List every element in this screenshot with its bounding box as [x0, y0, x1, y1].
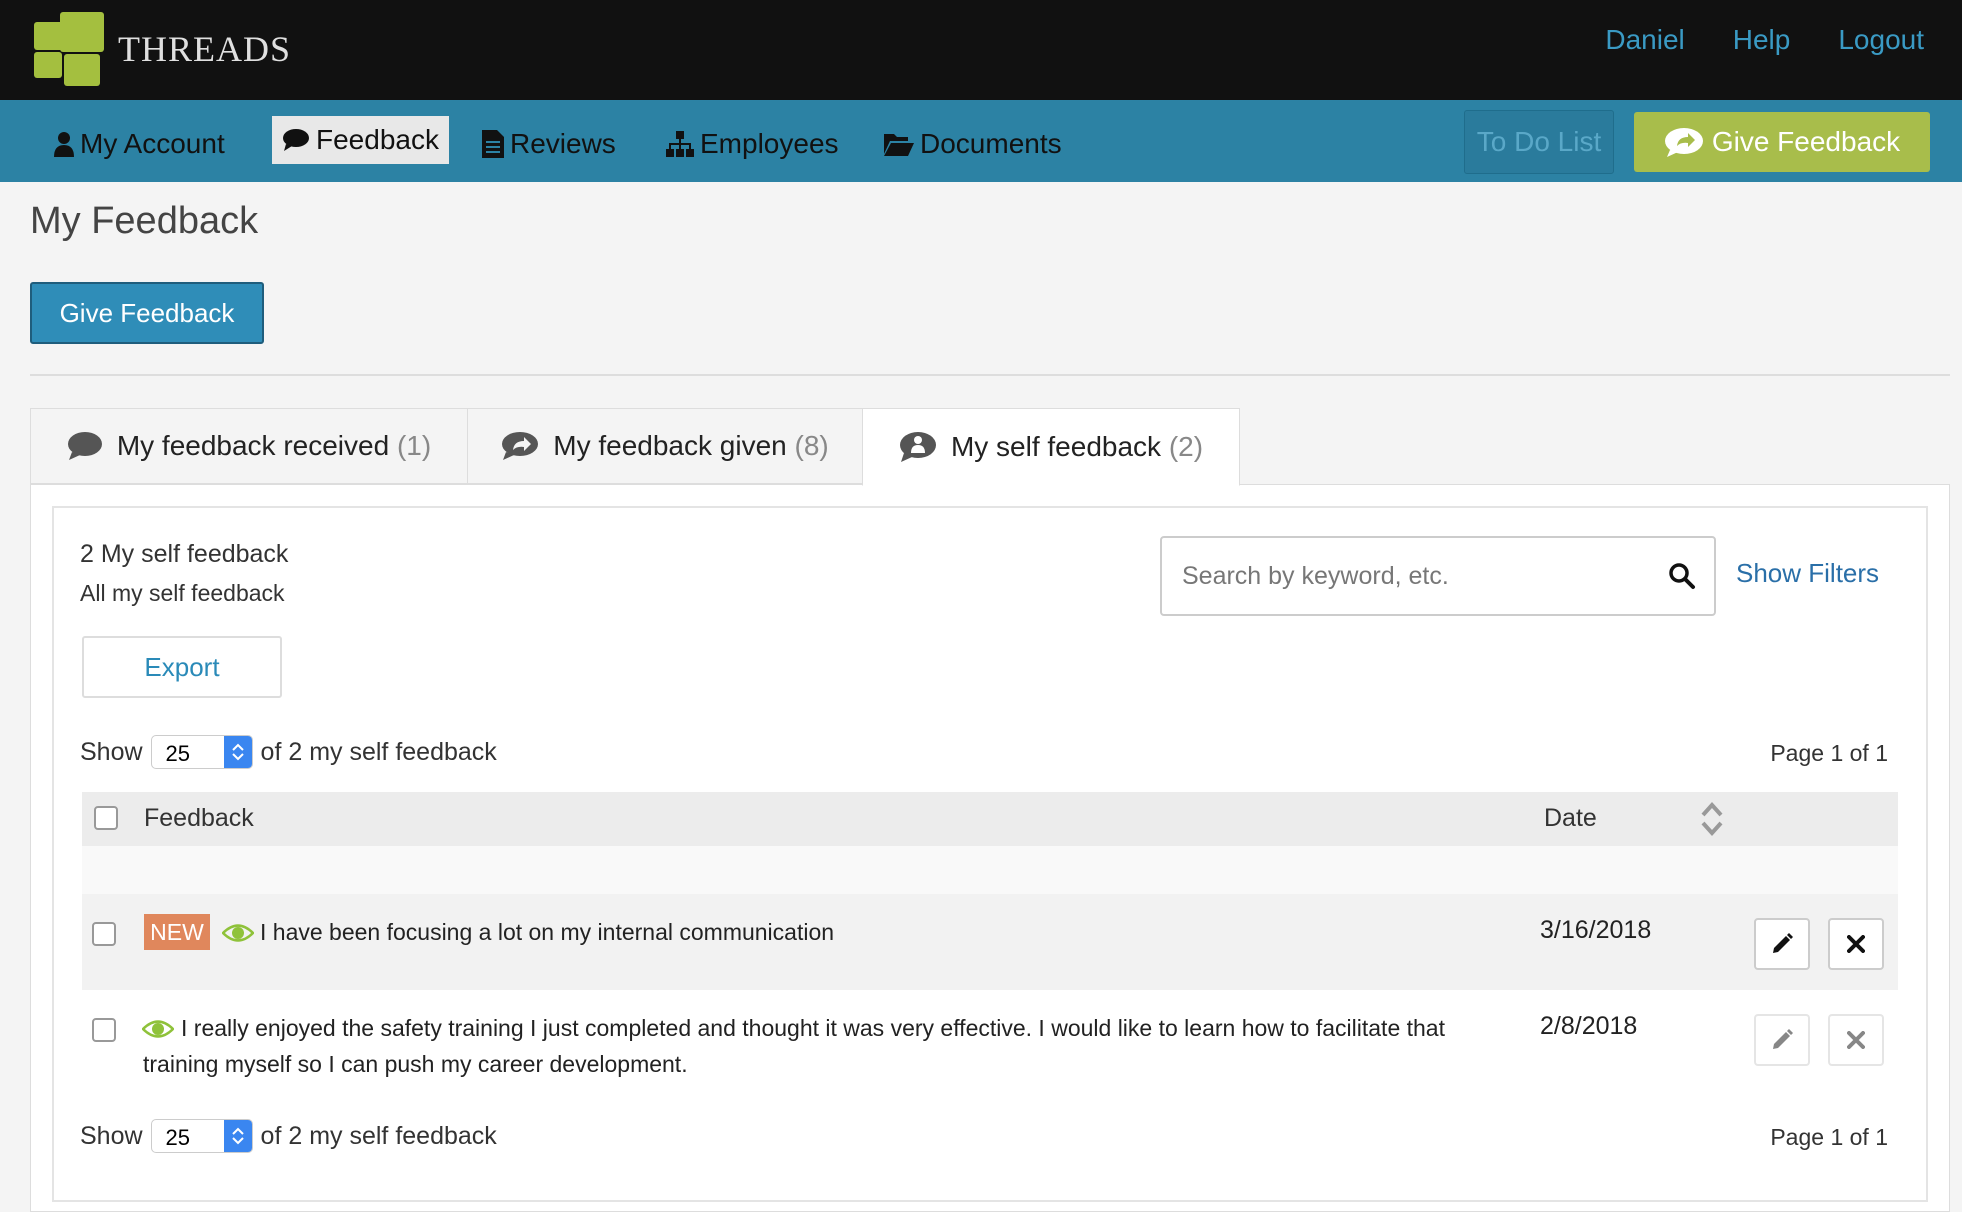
give-feedback-button[interactable]: Give Feedback	[30, 282, 264, 344]
divider	[30, 374, 1950, 376]
of-count-label: of 2 my self feedback	[260, 737, 497, 766]
nav-item-feedback[interactable]: Feedback	[272, 116, 449, 164]
page-size-row-bottom: Show 25 of 2 my self feedback	[80, 1118, 497, 1154]
close-icon	[1847, 935, 1865, 953]
summary-title: 2 My self feedback	[80, 540, 289, 568]
show-label: Show	[80, 1121, 143, 1150]
user-name-link[interactable]: Daniel	[1605, 24, 1684, 56]
show-label: Show	[80, 737, 143, 766]
column-header-date[interactable]: Date	[1544, 804, 1597, 833]
sort-icon[interactable]	[1700, 800, 1724, 838]
help-link[interactable]: Help	[1733, 24, 1791, 56]
table-spacer-row	[82, 846, 1898, 894]
feedback-text[interactable]: I have been focusing a lot on my interna…	[260, 914, 834, 950]
tab-label: My self feedback	[950, 431, 1162, 462]
pencil-icon	[1773, 1029, 1793, 1049]
self-comment-icon	[899, 432, 936, 462]
row-checkbox[interactable]	[92, 922, 116, 946]
nav-item-my-account[interactable]: My Account	[44, 120, 235, 168]
pencil-icon	[1773, 933, 1793, 953]
nav-item-documents[interactable]: Documents	[874, 120, 1072, 168]
nav-item-label: Reviews	[510, 128, 616, 159]
page-size-row-top: Show 25 of 2 my self feedback	[80, 734, 497, 770]
tab-count: (8)	[794, 430, 829, 461]
page-size-value: 25	[165, 741, 191, 766]
feedback-text-continued[interactable]: training myself so I can push my career …	[143, 1046, 688, 1082]
row-checkbox[interactable]	[92, 1018, 116, 1042]
todo-list-button[interactable]: To Do List	[1464, 110, 1614, 174]
close-icon	[1847, 1031, 1865, 1049]
share-comment-icon	[1664, 128, 1703, 157]
page-size-value: 25	[165, 1125, 191, 1150]
show-filters-link[interactable]: Show Filters	[1736, 558, 1879, 589]
comment-icon	[283, 129, 309, 151]
nav-item-label: Employees	[700, 128, 839, 159]
new-badge: NEW	[144, 914, 210, 950]
top-links: Daniel Help Logout	[1605, 24, 1924, 56]
feedback-text[interactable]: I really enjoyed the safety training I j…	[181, 1010, 1445, 1046]
tab-label: My feedback given	[553, 430, 787, 461]
nav-item-label: My Account	[80, 128, 225, 159]
select-arrows-icon	[223, 736, 252, 768]
nav-item-reviews[interactable]: Reviews	[472, 120, 626, 168]
page-info-top: Page 1 of 1	[1770, 740, 1888, 766]
eye-icon	[222, 924, 254, 942]
share-comment-icon	[502, 432, 539, 460]
tab-count: (2)	[1168, 431, 1204, 462]
nav-item-employees[interactable]: Employees	[656, 120, 849, 168]
select-arrows-icon	[223, 1120, 252, 1152]
feedback-date: 2/8/2018	[1540, 1012, 1638, 1040]
top-bar: THREADS Daniel Help Logout	[0, 0, 1962, 100]
tab-self-feedback[interactable]: My self feedback (2)	[862, 408, 1240, 486]
tab-feedback-given[interactable]: My feedback given (8)	[467, 408, 863, 484]
logout-link[interactable]: Logout	[1838, 24, 1924, 56]
org-chart-icon	[666, 131, 694, 157]
delete-button[interactable]	[1828, 918, 1884, 970]
folder-open-icon	[884, 134, 914, 156]
document-icon	[482, 130, 504, 158]
tab-count: (1)	[396, 430, 432, 461]
threads-logo-icon[interactable]	[34, 12, 104, 86]
tab-feedback-received[interactable]: My feedback received (1)	[30, 408, 468, 484]
nav-item-label: Feedback	[316, 124, 439, 155]
page-info-bottom: Page 1 of 1	[1770, 1124, 1888, 1150]
search-input[interactable]	[1182, 556, 1642, 596]
eye-icon	[142, 1020, 174, 1038]
search-box	[1160, 536, 1716, 616]
brand-name[interactable]: THREADS	[118, 28, 291, 70]
page-size-select[interactable]: 25	[150, 735, 253, 769]
search-icon[interactable]	[1668, 562, 1696, 590]
of-count-label: of 2 my self feedback	[260, 1121, 497, 1150]
edit-button[interactable]	[1754, 1014, 1810, 1066]
give-feedback-top-label: Give Feedback	[1711, 126, 1901, 157]
column-header-feedback: Feedback	[144, 804, 254, 832]
feedback-date: 3/16/2018	[1540, 916, 1652, 944]
summary-subtitle: All my self feedback	[80, 580, 285, 606]
edit-button[interactable]	[1754, 918, 1810, 970]
table-header: Feedback Date	[82, 792, 1898, 846]
tab-label: My feedback received	[116, 430, 390, 461]
user-icon	[54, 132, 74, 157]
delete-button[interactable]	[1828, 1014, 1884, 1066]
page-title: My Feedback	[30, 200, 259, 242]
give-feedback-top-button[interactable]: Give Feedback	[1634, 112, 1930, 172]
export-button[interactable]: Export	[82, 636, 282, 698]
comment-icon	[67, 432, 102, 460]
select-all-checkbox[interactable]	[94, 806, 118, 830]
page-size-select[interactable]: 25	[150, 1119, 253, 1153]
nav-item-label: Documents	[920, 128, 1062, 159]
